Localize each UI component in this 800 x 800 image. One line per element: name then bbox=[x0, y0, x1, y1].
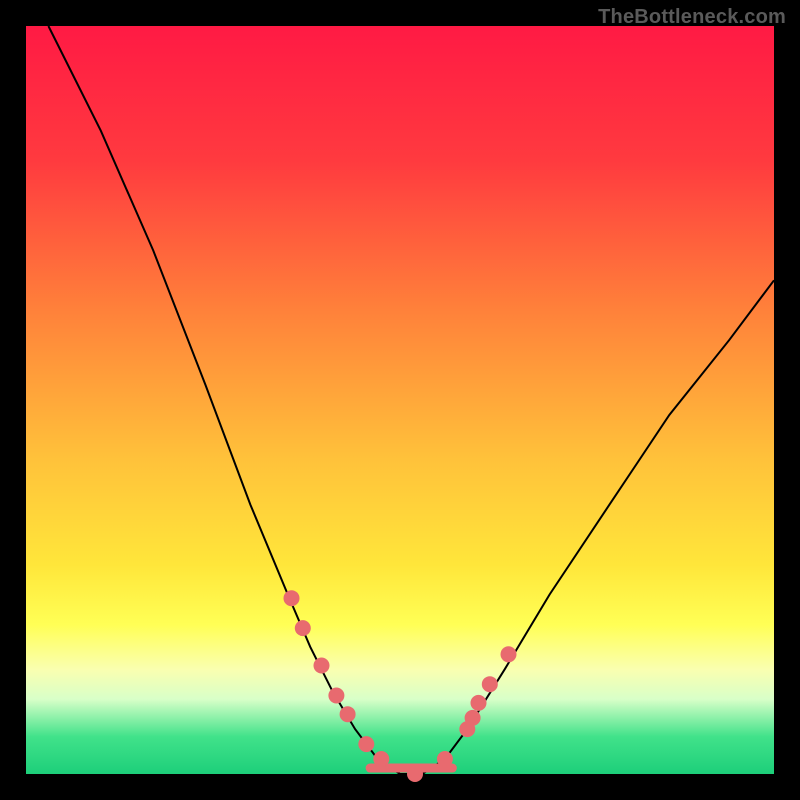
marker-point bbox=[328, 688, 344, 704]
marker-point bbox=[407, 766, 423, 782]
marker-point bbox=[482, 676, 498, 692]
marker-point bbox=[340, 706, 356, 722]
marker-point bbox=[314, 658, 330, 674]
bottleneck-chart bbox=[0, 0, 800, 800]
marker-point bbox=[295, 620, 311, 636]
gradient-background bbox=[26, 26, 774, 774]
chart-container: TheBottleneck.com bbox=[0, 0, 800, 800]
marker-point bbox=[501, 646, 517, 662]
marker-point bbox=[437, 751, 453, 767]
marker-point bbox=[471, 695, 487, 711]
marker-point bbox=[373, 751, 389, 767]
attribution-label: TheBottleneck.com bbox=[598, 6, 786, 29]
marker-point bbox=[284, 590, 300, 606]
marker-point bbox=[358, 736, 374, 752]
marker-point bbox=[465, 710, 481, 726]
